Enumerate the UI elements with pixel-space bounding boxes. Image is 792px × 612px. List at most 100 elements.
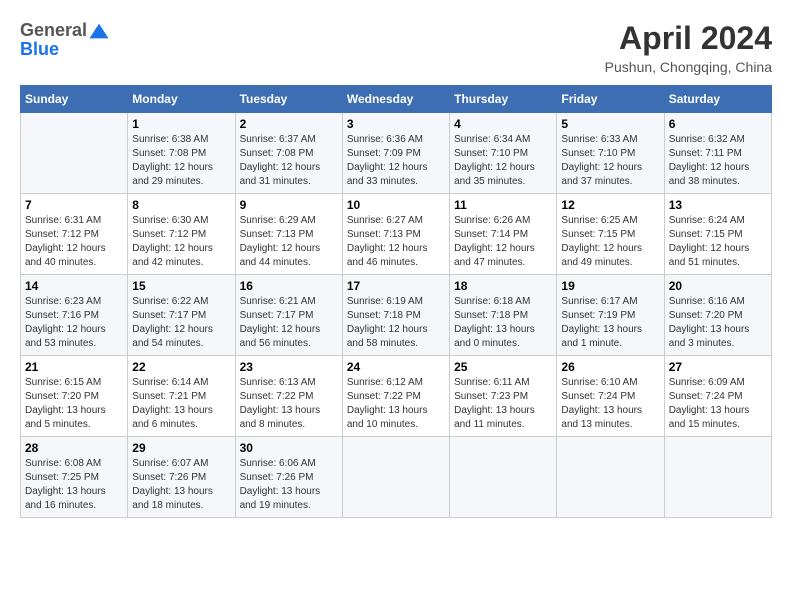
day-number: 11: [454, 198, 552, 212]
calendar-day-cell: 1 Sunrise: 6:38 AMSunset: 7:08 PMDaylight…: [128, 113, 235, 194]
calendar-day-cell: [557, 437, 664, 518]
day-number: 15: [132, 279, 230, 293]
day-number: 26: [561, 360, 659, 374]
day-info: Sunrise: 6:17 AMSunset: 7:19 PMDaylight:…: [561, 295, 659, 351]
day-info: Sunrise: 6:13 AMSunset: 7:22 PMDaylight:…: [240, 376, 338, 432]
day-info: Sunrise: 6:36 AMSunset: 7:09 PMDaylight:…: [347, 133, 445, 189]
day-number: 5: [561, 117, 659, 131]
calendar-week-row: 21 Sunrise: 6:15 AMSunset: 7:20 PMDayligh…: [21, 356, 772, 437]
day-number: 21: [25, 360, 123, 374]
day-info: Sunrise: 6:15 AMSunset: 7:20 PMDaylight:…: [25, 376, 123, 432]
weekday-header-cell: Thursday: [450, 86, 557, 113]
day-info: Sunrise: 6:22 AMSunset: 7:17 PMDaylight:…: [132, 295, 230, 351]
calendar-day-cell: [21, 113, 128, 194]
weekday-header-cell: Saturday: [664, 86, 771, 113]
calendar-week-row: 28Sunrise: 6:08 AMSunset: 7:25 PMDayligh…: [21, 437, 772, 518]
day-number: 18: [454, 279, 552, 293]
day-info: Sunrise: 6:30 AMSunset: 7:12 PMDaylight:…: [132, 214, 230, 270]
day-number: 7: [25, 198, 123, 212]
weekday-header-cell: Tuesday: [235, 86, 342, 113]
weekday-header-cell: Monday: [128, 86, 235, 113]
day-number: 8: [132, 198, 230, 212]
weekday-header-cell: Friday: [557, 86, 664, 113]
day-number: 9: [240, 198, 338, 212]
weekday-header-cell: Sunday: [21, 86, 128, 113]
calendar-day-cell: [664, 437, 771, 518]
calendar-day-cell: 22 Sunrise: 6:14 AMSunset: 7:21 PMDayligh…: [128, 356, 235, 437]
day-info: Sunrise: 6:10 AMSunset: 7:24 PMDaylight:…: [561, 376, 659, 432]
calendar-day-cell: 15 Sunrise: 6:22 AMSunset: 7:17 PMDayligh…: [128, 275, 235, 356]
calendar-day-cell: 12 Sunrise: 6:25 AMSunset: 7:15 PMDayligh…: [557, 194, 664, 275]
day-number: 1: [132, 117, 230, 131]
day-info: Sunrise: 6:11 AMSunset: 7:23 PMDaylight:…: [454, 376, 552, 432]
calendar-day-cell: 6 Sunrise: 6:32 AMSunset: 7:11 PMDaylight…: [664, 113, 771, 194]
calendar-day-cell: 13 Sunrise: 6:24 AMSunset: 7:15 PMDayligh…: [664, 194, 771, 275]
calendar-day-cell: 27 Sunrise: 6:09 AMSunset: 7:24 PMDayligh…: [664, 356, 771, 437]
calendar-week-row: 1 Sunrise: 6:38 AMSunset: 7:08 PMDaylight…: [21, 113, 772, 194]
day-number: 2: [240, 117, 338, 131]
day-info: Sunrise: 6:24 AMSunset: 7:15 PMDaylight:…: [669, 214, 767, 270]
calendar-day-cell: 25Sunrise: 6:11 AMSunset: 7:23 PMDayligh…: [450, 356, 557, 437]
calendar-day-cell: [342, 437, 449, 518]
day-number: 12: [561, 198, 659, 212]
day-info: Sunrise: 6:25 AMSunset: 7:15 PMDaylight:…: [561, 214, 659, 270]
calendar-day-cell: 28Sunrise: 6:08 AMSunset: 7:25 PMDayligh…: [21, 437, 128, 518]
calendar-day-cell: 24Sunrise: 6:12 AMSunset: 7:22 PMDayligh…: [342, 356, 449, 437]
calendar-day-cell: 14 Sunrise: 6:23 AMSunset: 7:16 PMDayligh…: [21, 275, 128, 356]
page-header: General Blue April 2024 Pushun, Chongqin…: [20, 20, 772, 75]
day-info: Sunrise: 6:31 AMSunset: 7:12 PMDaylight:…: [25, 214, 123, 270]
day-info: Sunrise: 6:23 AMSunset: 7:16 PMDaylight:…: [25, 295, 123, 351]
calendar-body: 1 Sunrise: 6:38 AMSunset: 7:08 PMDaylight…: [21, 113, 772, 518]
calendar-day-cell: 2 Sunrise: 6:37 AMSunset: 7:08 PMDaylight…: [235, 113, 342, 194]
calendar-header-row: SundayMondayTuesdayWednesdayThursdayFrid…: [21, 86, 772, 113]
calendar-day-cell: 8 Sunrise: 6:30 AMSunset: 7:12 PMDaylight…: [128, 194, 235, 275]
day-info: Sunrise: 6:09 AMSunset: 7:24 PMDaylight:…: [669, 376, 767, 432]
day-info: Sunrise: 6:29 AMSunset: 7:13 PMDaylight:…: [240, 214, 338, 270]
location: Pushun, Chongqing, China: [605, 59, 772, 75]
calendar-day-cell: 30 Sunrise: 6:06 AMSunset: 7:26 PMDayligh…: [235, 437, 342, 518]
day-number: 14: [25, 279, 123, 293]
day-number: 4: [454, 117, 552, 131]
day-info: Sunrise: 6:32 AMSunset: 7:11 PMDaylight:…: [669, 133, 767, 189]
month-year: April 2024: [605, 20, 772, 57]
calendar-day-cell: 3 Sunrise: 6:36 AMSunset: 7:09 PMDaylight…: [342, 113, 449, 194]
calendar-day-cell: 29Sunrise: 6:07 AMSunset: 7:26 PMDayligh…: [128, 437, 235, 518]
title-block: April 2024 Pushun, Chongqing, China: [605, 20, 772, 75]
calendar-day-cell: 16 Sunrise: 6:21 AMSunset: 7:17 PMDayligh…: [235, 275, 342, 356]
calendar-day-cell: [450, 437, 557, 518]
day-info: Sunrise: 6:21 AMSunset: 7:17 PMDaylight:…: [240, 295, 338, 351]
calendar-day-cell: 19 Sunrise: 6:17 AMSunset: 7:19 PMDayligh…: [557, 275, 664, 356]
day-number: 10: [347, 198, 445, 212]
calendar-day-cell: 18Sunrise: 6:18 AMSunset: 7:18 PMDayligh…: [450, 275, 557, 356]
calendar-week-row: 7 Sunrise: 6:31 AMSunset: 7:12 PMDaylight…: [21, 194, 772, 275]
day-info: Sunrise: 6:07 AMSunset: 7:26 PMDaylight:…: [132, 457, 230, 513]
day-info: Sunrise: 6:06 AMSunset: 7:26 PMDaylight:…: [240, 457, 338, 513]
weekday-header-cell: Wednesday: [342, 86, 449, 113]
day-number: 3: [347, 117, 445, 131]
day-number: 16: [240, 279, 338, 293]
day-number: 6: [669, 117, 767, 131]
calendar-day-cell: 11Sunrise: 6:26 AMSunset: 7:14 PMDayligh…: [450, 194, 557, 275]
day-info: Sunrise: 6:08 AMSunset: 7:25 PMDaylight:…: [25, 457, 123, 513]
day-number: 19: [561, 279, 659, 293]
calendar-week-row: 14 Sunrise: 6:23 AMSunset: 7:16 PMDayligh…: [21, 275, 772, 356]
day-number: 22: [132, 360, 230, 374]
calendar-day-cell: 9 Sunrise: 6:29 AMSunset: 7:13 PMDaylight…: [235, 194, 342, 275]
day-number: 13: [669, 198, 767, 212]
day-number: 27: [669, 360, 767, 374]
day-info: Sunrise: 6:38 AMSunset: 7:08 PMDaylight:…: [132, 133, 230, 189]
calendar-day-cell: 20Sunrise: 6:16 AMSunset: 7:20 PMDayligh…: [664, 275, 771, 356]
day-number: 30: [240, 441, 338, 455]
calendar-day-cell: 4 Sunrise: 6:34 AMSunset: 7:10 PMDaylight…: [450, 113, 557, 194]
calendar-day-cell: 5Sunrise: 6:33 AMSunset: 7:10 PMDaylight…: [557, 113, 664, 194]
calendar-day-cell: 21 Sunrise: 6:15 AMSunset: 7:20 PMDayligh…: [21, 356, 128, 437]
day-info: Sunrise: 6:34 AMSunset: 7:10 PMDaylight:…: [454, 133, 552, 189]
calendar-day-cell: 17Sunrise: 6:19 AMSunset: 7:18 PMDayligh…: [342, 275, 449, 356]
day-info: Sunrise: 6:19 AMSunset: 7:18 PMDaylight:…: [347, 295, 445, 351]
calendar-day-cell: 7 Sunrise: 6:31 AMSunset: 7:12 PMDaylight…: [21, 194, 128, 275]
day-info: Sunrise: 6:37 AMSunset: 7:08 PMDaylight:…: [240, 133, 338, 189]
day-info: Sunrise: 6:14 AMSunset: 7:21 PMDaylight:…: [132, 376, 230, 432]
day-info: Sunrise: 6:12 AMSunset: 7:22 PMDaylight:…: [347, 376, 445, 432]
calendar-day-cell: 10Sunrise: 6:27 AMSunset: 7:13 PMDayligh…: [342, 194, 449, 275]
calendar-table: SundayMondayTuesdayWednesdayThursdayFrid…: [20, 85, 772, 518]
